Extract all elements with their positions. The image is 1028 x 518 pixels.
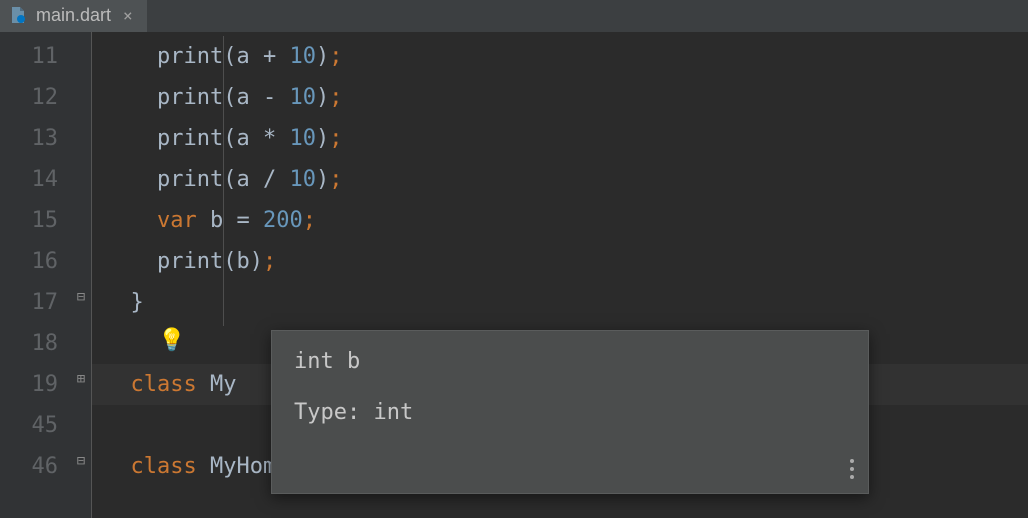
- code-editor[interactable]: 11 12 13 14 15 16 17 18 19 45 46 ⊟ ⊞ ⊟ p…: [0, 32, 1028, 518]
- code-line[interactable]: print(a * 10);: [92, 118, 1028, 159]
- line-number: 14: [0, 159, 72, 200]
- fold-column: ⊟ ⊞ ⊟: [72, 32, 92, 518]
- editor-tab[interactable]: main.dart ×: [0, 0, 147, 32]
- line-number: 17: [0, 282, 72, 323]
- tooltip-type-row: Type: int: [294, 400, 846, 425]
- line-number: 18: [0, 323, 72, 364]
- code-line[interactable]: print(a + 10);: [92, 36, 1028, 77]
- line-number: 15: [0, 200, 72, 241]
- tooltip-declaration: int b: [294, 349, 846, 374]
- fold-expand-icon[interactable]: ⊞: [74, 372, 88, 386]
- line-number: 12: [0, 77, 72, 118]
- close-icon[interactable]: ×: [119, 6, 137, 25]
- line-number: 11: [0, 36, 72, 77]
- more-options-icon[interactable]: [850, 459, 854, 479]
- quick-doc-popup: int b Type: int: [271, 330, 869, 494]
- line-number: 45: [0, 405, 72, 446]
- code-line[interactable]: }: [92, 282, 1028, 323]
- line-number-gutter: 11 12 13 14 15 16 17 18 19 45 46: [0, 32, 72, 518]
- line-number: 19: [0, 364, 72, 405]
- code-line[interactable]: print(b);: [92, 241, 1028, 282]
- line-number: 46: [0, 446, 72, 487]
- code-line[interactable]: var b = 200;: [92, 200, 1028, 241]
- code-line[interactable]: print(a / 10);: [92, 159, 1028, 200]
- tab-filename: main.dart: [36, 5, 111, 26]
- tab-bar: main.dart ×: [0, 0, 1028, 32]
- dart-file-icon: [8, 5, 28, 25]
- line-number: 16: [0, 241, 72, 282]
- fold-collapse-icon[interactable]: ⊟: [74, 454, 88, 468]
- code-line[interactable]: print(a - 10);: [92, 77, 1028, 118]
- line-number: 13: [0, 118, 72, 159]
- fold-collapse-icon[interactable]: ⊟: [74, 290, 88, 304]
